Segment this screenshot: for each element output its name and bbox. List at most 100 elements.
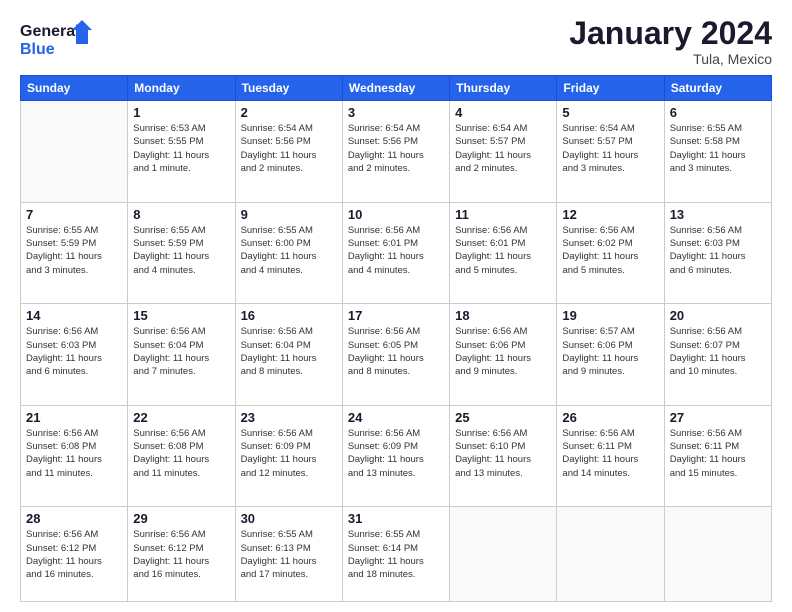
day-number: 23 (241, 410, 337, 425)
calendar-cell: 22 Sunrise: 6:56 AMSunset: 6:08 PMDayligh… (128, 405, 235, 507)
day-number: 2 (241, 105, 337, 120)
calendar-cell: 31 Sunrise: 6:55 AMSunset: 6:14 PMDayligh… (342, 507, 449, 602)
day-number: 15 (133, 308, 229, 323)
day-info: Sunrise: 6:56 AMSunset: 6:02 PMDaylight:… (562, 224, 658, 277)
day-number: 27 (670, 410, 766, 425)
location: Tula, Mexico (569, 51, 772, 67)
day-info: Sunrise: 6:55 AMSunset: 6:13 PMDaylight:… (241, 528, 337, 581)
header-wednesday: Wednesday (342, 76, 449, 101)
header-friday: Friday (557, 76, 664, 101)
day-number: 4 (455, 105, 551, 120)
day-info: Sunrise: 6:55 AMSunset: 6:00 PMDaylight:… (241, 224, 337, 277)
logo-svg: General Blue (20, 16, 100, 66)
header-thursday: Thursday (450, 76, 557, 101)
calendar-cell: 19Sunrise: 6:57 AMSunset: 6:06 PMDayligh… (557, 304, 664, 406)
calendar-cell: 28Sunrise: 6:56 AMSunset: 6:12 PMDayligh… (21, 507, 128, 602)
day-info: Sunrise: 6:56 AMSunset: 6:08 PMDaylight:… (26, 427, 122, 480)
header-tuesday: Tuesday (235, 76, 342, 101)
day-number: 9 (241, 207, 337, 222)
day-info: Sunrise: 6:55 AMSunset: 6:14 PMDaylight:… (348, 528, 444, 581)
calendar-cell (664, 507, 771, 602)
header: General Blue January 2024 Tula, Mexico (20, 16, 772, 67)
calendar-cell: 26 Sunrise: 6:56 AMSunset: 6:11 PMDayligh… (557, 405, 664, 507)
calendar-cell: 8 Sunrise: 6:55 AMSunset: 5:59 PMDaylight… (128, 202, 235, 304)
day-info: Sunrise: 6:56 AMSunset: 6:05 PMDaylight:… (348, 325, 444, 378)
header-sunday: Sunday (21, 76, 128, 101)
day-number: 29 (133, 511, 229, 526)
day-info: Sunrise: 6:56 AMSunset: 6:11 PMDaylight:… (562, 427, 658, 480)
calendar-cell (450, 507, 557, 602)
day-info: Sunrise: 6:56 AMSunset: 6:06 PMDaylight:… (455, 325, 551, 378)
calendar-cell: 7Sunrise: 6:55 AMSunset: 5:59 PMDaylight… (21, 202, 128, 304)
day-info: Sunrise: 6:56 AMSunset: 6:01 PMDaylight:… (455, 224, 551, 277)
logo: General Blue (20, 16, 100, 66)
day-number: 6 (670, 105, 766, 120)
svg-text:Blue: Blue (20, 41, 55, 58)
calendar-cell: 6Sunrise: 6:55 AMSunset: 5:58 PMDaylight… (664, 101, 771, 203)
day-number: 20 (670, 308, 766, 323)
calendar-page: General Blue January 2024 Tula, Mexico S… (0, 0, 792, 612)
calendar-cell: 4 Sunrise: 6:54 AMSunset: 5:57 PMDaylight… (450, 101, 557, 203)
day-number: 30 (241, 511, 337, 526)
header-saturday: Saturday (664, 76, 771, 101)
day-info: Sunrise: 6:56 AMSunset: 6:12 PMDaylight:… (133, 528, 229, 581)
day-info: Sunrise: 6:56 AMSunset: 6:09 PMDaylight:… (348, 427, 444, 480)
calendar-cell (21, 101, 128, 203)
calendar-cell: 20 Sunrise: 6:56 AMSunset: 6:07 PMDayligh… (664, 304, 771, 406)
day-info: Sunrise: 6:56 AMSunset: 6:04 PMDaylight:… (241, 325, 337, 378)
calendar-cell: 27Sunrise: 6:56 AMSunset: 6:11 PMDayligh… (664, 405, 771, 507)
calendar-cell: 1Sunrise: 6:53 AMSunset: 5:55 PMDaylight… (128, 101, 235, 203)
day-info: Sunrise: 6:56 AMSunset: 6:01 PMDaylight:… (348, 224, 444, 277)
day-number: 21 (26, 410, 122, 425)
calendar-cell: 3 Sunrise: 6:54 AMSunset: 5:56 PMDaylight… (342, 101, 449, 203)
weekday-header-row: Sunday Monday Tuesday Wednesday Thursday… (21, 76, 772, 101)
day-number: 14 (26, 308, 122, 323)
day-number: 8 (133, 207, 229, 222)
calendar-cell: 14 Sunrise: 6:56 AMSunset: 6:03 PMDayligh… (21, 304, 128, 406)
calendar-cell: 15 Sunrise: 6:56 AMSunset: 6:04 PMDayligh… (128, 304, 235, 406)
day-info: Sunrise: 6:56 AMSunset: 6:04 PMDaylight:… (133, 325, 229, 378)
day-info: Sunrise: 6:55 AMSunset: 5:59 PMDaylight:… (26, 224, 122, 277)
day-info: Sunrise: 6:56 AMSunset: 6:03 PMDaylight:… (670, 224, 766, 277)
calendar-cell: 21 Sunrise: 6:56 AMSunset: 6:08 PMDayligh… (21, 405, 128, 507)
day-info: Sunrise: 6:56 AMSunset: 6:08 PMDaylight:… (133, 427, 229, 480)
day-info: Sunrise: 6:56 AMSunset: 6:03 PMDaylight:… (26, 325, 122, 378)
calendar-table: Sunday Monday Tuesday Wednesday Thursday… (20, 75, 772, 602)
calendar-cell: 5Sunrise: 6:54 AMSunset: 5:57 PMDaylight… (557, 101, 664, 203)
day-info: Sunrise: 6:56 AMSunset: 6:07 PMDaylight:… (670, 325, 766, 378)
day-info: Sunrise: 6:55 AMSunset: 5:59 PMDaylight:… (133, 224, 229, 277)
calendar-cell: 17 Sunrise: 6:56 AMSunset: 6:05 PMDayligh… (342, 304, 449, 406)
day-info: Sunrise: 6:54 AMSunset: 5:56 PMDaylight:… (348, 122, 444, 175)
day-number: 11 (455, 207, 551, 222)
day-number: 10 (348, 207, 444, 222)
day-number: 24 (348, 410, 444, 425)
calendar-cell: 10 Sunrise: 6:56 AMSunset: 6:01 PMDayligh… (342, 202, 449, 304)
day-number: 22 (133, 410, 229, 425)
calendar-cell: 9 Sunrise: 6:55 AMSunset: 6:00 PMDaylight… (235, 202, 342, 304)
calendar-cell: 11 Sunrise: 6:56 AMSunset: 6:01 PMDayligh… (450, 202, 557, 304)
month-title: January 2024 (569, 16, 772, 51)
day-number: 3 (348, 105, 444, 120)
day-info: Sunrise: 6:56 AMSunset: 6:12 PMDaylight:… (26, 528, 122, 581)
calendar-cell (557, 507, 664, 602)
calendar-cell: 2 Sunrise: 6:54 AMSunset: 5:56 PMDaylight… (235, 101, 342, 203)
day-info: Sunrise: 6:54 AMSunset: 5:57 PMDaylight:… (455, 122, 551, 175)
calendar-cell: 29 Sunrise: 6:56 AMSunset: 6:12 PMDayligh… (128, 507, 235, 602)
day-info: Sunrise: 6:54 AMSunset: 5:57 PMDaylight:… (562, 122, 658, 175)
day-number: 12 (562, 207, 658, 222)
day-info: Sunrise: 6:54 AMSunset: 5:56 PMDaylight:… (241, 122, 337, 175)
calendar-cell: 16Sunrise: 6:56 AMSunset: 6:04 PMDayligh… (235, 304, 342, 406)
day-number: 13 (670, 207, 766, 222)
day-info: Sunrise: 6:56 AMSunset: 6:09 PMDaylight:… (241, 427, 337, 480)
calendar-cell: 13 Sunrise: 6:56 AMSunset: 6:03 PMDayligh… (664, 202, 771, 304)
day-number: 26 (562, 410, 658, 425)
calendar-cell: 23 Sunrise: 6:56 AMSunset: 6:09 PMDayligh… (235, 405, 342, 507)
day-number: 1 (133, 105, 229, 120)
day-number: 18 (455, 308, 551, 323)
calendar-cell: 30 Sunrise: 6:55 AMSunset: 6:13 PMDayligh… (235, 507, 342, 602)
day-number: 17 (348, 308, 444, 323)
title-area: January 2024 Tula, Mexico (569, 16, 772, 67)
day-number: 19 (562, 308, 658, 323)
day-number: 31 (348, 511, 444, 526)
calendar-cell: 25Sunrise: 6:56 AMSunset: 6:10 PMDayligh… (450, 405, 557, 507)
